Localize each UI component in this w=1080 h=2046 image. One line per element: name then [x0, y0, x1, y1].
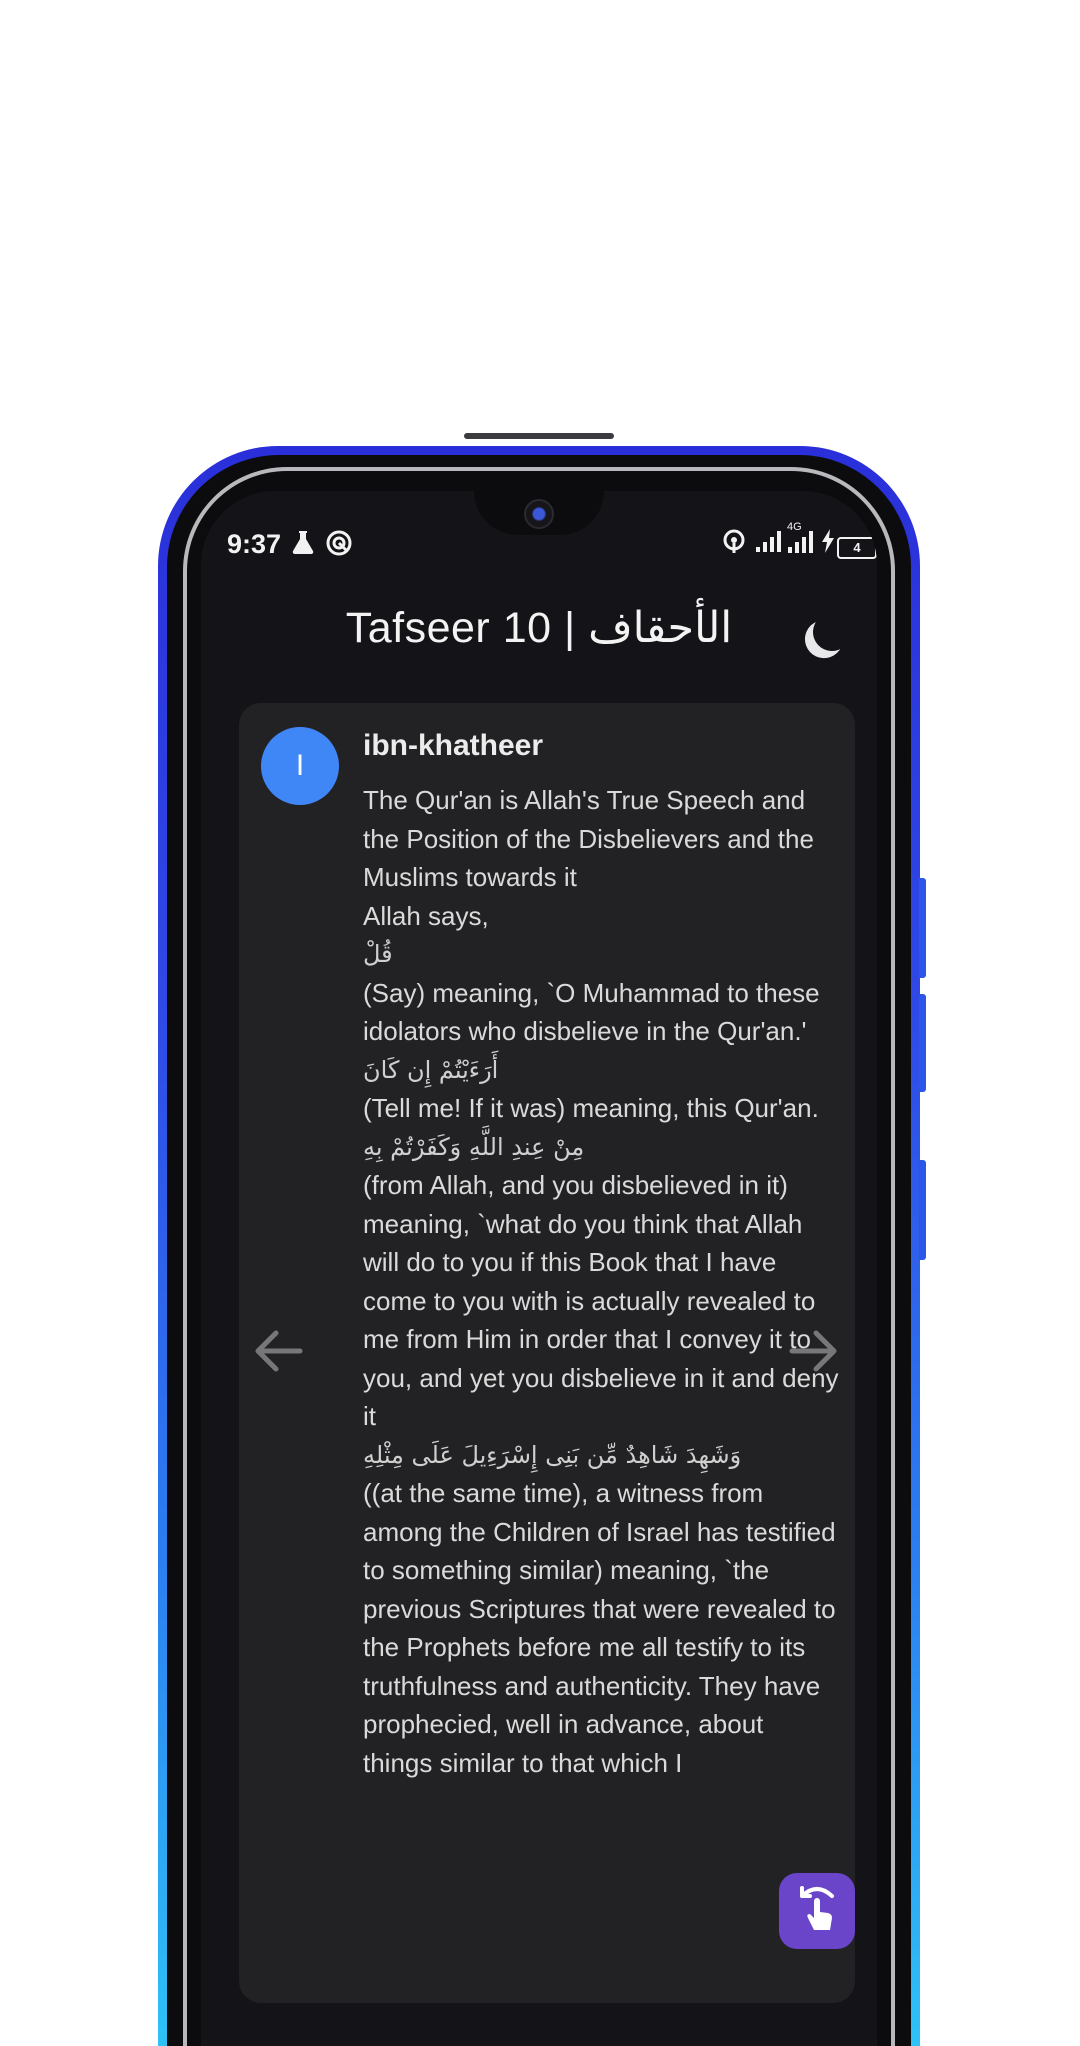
arabic-verse: أَرَءَيْتُمْ إِن كَانَ: [363, 1055, 499, 1084]
wifi-hotspot-icon: [721, 529, 747, 562]
tafseer-paragraph: (Tell me! If it was) meaning, this Qur'a…: [363, 1093, 819, 1123]
tafseer-paragraph: The Qur'an is Allah's True Speech and th…: [363, 785, 814, 892]
app-bar: Tafseer 10 | الأحقاف: [201, 583, 877, 693]
side-button: [919, 994, 926, 1092]
flask-icon: [291, 529, 315, 562]
tafseer-card: I ibn-khatheer The Qur'an is Allah's Tru…: [239, 703, 855, 2003]
tafseer-paragraph: (from Allah, and you disbelieved in it) …: [363, 1170, 839, 1431]
arabic-verse: وَشَهِدَ شَاهِدٌ مِّن بَنِى إِسْرَءِيلَ …: [363, 1440, 742, 1469]
tafseer-paragraph: Allah says,: [363, 900, 489, 931]
hotspot-icon: [325, 529, 353, 564]
arrow-left-icon[interactable]: [247, 1323, 309, 1385]
signal-4g-icon: 4G: [787, 521, 815, 564]
author-name: ibn-khatheer: [363, 729, 544, 762]
tafseer-paragraph: ((at the same time), a witness from amon…: [363, 1478, 836, 1778]
earpiece: [464, 433, 614, 439]
side-button: [919, 1160, 926, 1260]
side-button: [919, 878, 926, 978]
phone-bezel: 9:37 4G 4 Tafseer 10 | الأحقاف I ibn-kha…: [167, 433, 911, 2046]
phone-frame: 9:37 4G 4 Tafseer 10 | الأحقاف I ibn-kha…: [158, 433, 926, 2046]
status-time: 9:37: [227, 529, 282, 559]
avatar: I: [261, 727, 339, 805]
arabic-verse: قُلْ: [363, 940, 393, 968]
tafseer-text: The Qur'an is Allah's True Speech and th…: [363, 781, 839, 1782]
screen: 9:37 4G 4 Tafseer 10 | الأحقاف I ibn-kha…: [201, 491, 877, 2046]
tafseer-paragraph: (Say) meaning, `O Muhammad to these idol…: [363, 977, 820, 1047]
touch-gesture-icon: [794, 1884, 840, 1939]
touch-gesture-button[interactable]: [779, 1873, 855, 1949]
charging-icon: [821, 529, 835, 560]
battery-level: 4: [853, 540, 861, 555]
network-label: 4G: [787, 521, 802, 533]
arrow-right-icon[interactable]: [783, 1323, 845, 1385]
battery-icon: 4: [837, 531, 877, 559]
status-bar: 9:37 4G 4: [201, 491, 877, 581]
arabic-verse: مِنْ عِندِ اللَّهِ وَكَفَرْتُمْ بِهِ: [363, 1132, 585, 1161]
page-title: Tafseer 10 | الأحقاف: [345, 604, 733, 652]
signal-icon: [755, 529, 783, 560]
